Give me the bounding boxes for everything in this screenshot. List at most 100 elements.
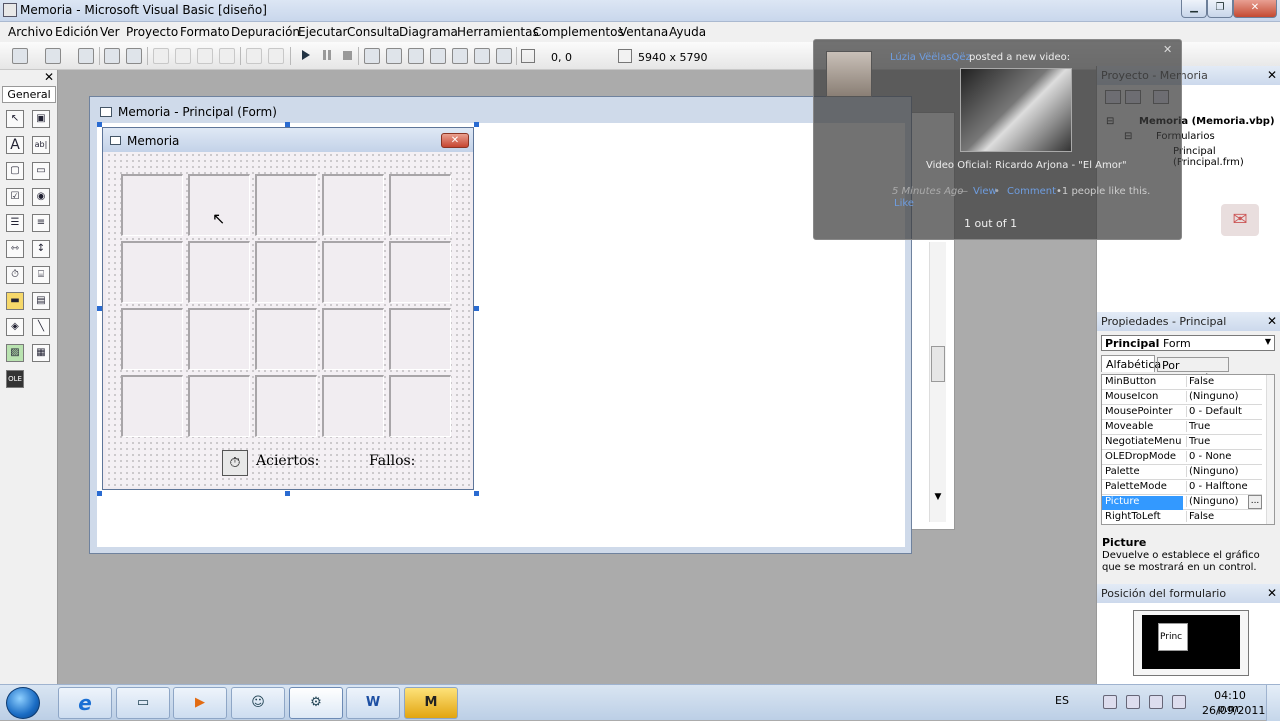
textbox-icon[interactable]: ab|	[32, 136, 50, 154]
vscrollbar-icon[interactable]: ↕	[32, 240, 50, 258]
property-value[interactable]: True	[1186, 436, 1262, 447]
tab-por-categorias[interactable]: Por categorías	[1157, 357, 1229, 385]
property-row[interactable]: PaletteMode 0 - Halftone	[1102, 480, 1262, 495]
property-row[interactable]: OLEDropMode 0 - None	[1102, 450, 1262, 465]
commandbutton-icon[interactable]: ▭	[32, 162, 50, 180]
notification-app-icon[interactable]: ✉	[1221, 204, 1259, 236]
data-view-icon[interactable]	[474, 48, 490, 64]
property-row[interactable]: Moveable True	[1102, 420, 1262, 435]
dirlist-icon[interactable]: ▬	[6, 292, 24, 310]
card-picturebox[interactable]	[322, 241, 384, 303]
properties-close-icon[interactable]: ✕	[1267, 314, 1277, 328]
card-picturebox[interactable]	[389, 308, 451, 370]
find-icon[interactable]	[219, 48, 235, 64]
menu-ventana[interactable]: Ventana	[619, 25, 668, 39]
card-picturebox[interactable]	[322, 375, 384, 437]
ole-icon[interactable]: OLE	[6, 370, 24, 388]
restore-button[interactable]: ❐	[1207, 0, 1233, 18]
tree-item-principal[interactable]: Principal (Principal.frm)	[1173, 146, 1280, 168]
card-picturebox[interactable]	[188, 241, 250, 303]
menu-formato[interactable]: Formato	[180, 25, 230, 39]
title-bar[interactable]: Memoria - Microsoft Visual Basic [diseño…	[0, 0, 1280, 22]
menu-editor-icon[interactable]	[78, 48, 94, 64]
menu-ver[interactable]: Ver	[100, 25, 120, 39]
card-picturebox[interactable]	[389, 174, 451, 236]
property-row[interactable]: Palette (Ninguno)	[1102, 465, 1262, 480]
undo-icon[interactable]	[246, 48, 262, 64]
menu-ayuda[interactable]: Ayuda	[669, 25, 706, 39]
form-layout-icon[interactable]	[408, 48, 424, 64]
card-picturebox[interactable]	[255, 375, 317, 437]
label-icon[interactable]: A	[6, 136, 24, 154]
card-picturebox[interactable]	[322, 308, 384, 370]
end-run-icon[interactable]	[343, 51, 352, 60]
form-title-bar[interactable]: Memoria ✕	[103, 128, 473, 152]
filelist-icon[interactable]: ▤	[32, 292, 50, 310]
form-close-icon[interactable]: ✕	[441, 133, 469, 148]
card-picturebox[interactable]	[121, 375, 183, 437]
timer-control-icon[interactable]: ⏱	[222, 450, 248, 476]
checkbox-icon[interactable]: ☑	[6, 188, 24, 206]
resize-handle[interactable]	[474, 491, 479, 496]
frame-icon[interactable]: ▢	[6, 162, 24, 180]
card-picturebox[interactable]	[255, 241, 317, 303]
card-picturebox[interactable]	[121, 241, 183, 303]
open-project-icon[interactable]	[104, 48, 120, 64]
card-picturebox[interactable]	[389, 241, 451, 303]
listbox-icon[interactable]: ≡	[32, 214, 50, 232]
menu-herramientas[interactable]: Herramientas	[457, 25, 539, 39]
card-picturebox[interactable]	[389, 375, 451, 437]
project-explorer-icon[interactable]	[364, 48, 380, 64]
form-position-preview[interactable]: Princ	[1158, 623, 1188, 651]
layout-close-icon[interactable]: ✕	[1267, 586, 1277, 600]
show-desktop-button[interactable]	[1266, 685, 1280, 721]
redo-icon[interactable]	[268, 48, 284, 64]
tab-alfabetica[interactable]: Alfabética	[1101, 355, 1161, 372]
chevron-down-icon[interactable]: ▼	[1265, 337, 1271, 346]
clock-date[interactable]: 26/09/2011	[1202, 704, 1265, 717]
property-value[interactable]: (Ninguno)	[1186, 466, 1262, 477]
messenger-icon[interactable]: ☺	[231, 687, 285, 719]
ie-icon[interactable]: e	[58, 687, 112, 719]
property-row[interactable]: MousePointer 0 - Default	[1102, 405, 1262, 420]
explorer-icon[interactable]: ▭	[116, 687, 170, 719]
poster-name[interactable]: Lúzia VëëlasQëz	[890, 52, 971, 63]
code-scrollbar[interactable]	[929, 242, 946, 522]
line-icon[interactable]: ╲	[32, 318, 50, 336]
project-close-icon[interactable]: ✕	[1267, 68, 1277, 82]
scroll-down-icon[interactable]: ▼	[931, 490, 945, 504]
resize-handle[interactable]	[97, 306, 102, 311]
resize-handle[interactable]	[285, 491, 290, 496]
visual-basic-task-icon[interactable]: ⚙	[289, 687, 343, 719]
comment-link[interactable]: Comment	[1007, 186, 1056, 197]
menu-ejecutar[interactable]: Ejecutar	[298, 25, 348, 39]
menu-diagrama[interactable]: Diagrama	[399, 25, 458, 39]
timer-icon[interactable]: ⏱	[6, 266, 24, 284]
start-run-icon[interactable]	[302, 50, 310, 60]
card-picturebox[interactable]	[121, 174, 183, 236]
action-center-icon[interactable]	[1103, 695, 1117, 709]
properties-window-icon[interactable]	[386, 48, 402, 64]
menu-consulta[interactable]: Consulta	[347, 25, 400, 39]
resize-handle[interactable]	[474, 306, 479, 311]
property-row[interactable]: NegotiateMenus True	[1102, 435, 1262, 450]
properties-scrollbar[interactable]	[1266, 375, 1274, 524]
toolbox-tab-general[interactable]: General	[2, 86, 56, 103]
picturebox-icon[interactable]: ▣	[32, 110, 50, 128]
card-picturebox[interactable]	[322, 174, 384, 236]
shape-icon[interactable]: ◈	[6, 318, 24, 336]
toolbox-icon[interactable]	[452, 48, 468, 64]
card-picturebox[interactable]	[255, 174, 317, 236]
card-picturebox[interactable]	[188, 308, 250, 370]
component-manager-icon[interactable]	[496, 48, 512, 64]
property-value[interactable]: (Ninguno)	[1186, 391, 1262, 402]
property-value[interactable]: 0 - Halftone	[1186, 481, 1262, 492]
paste-icon[interactable]	[197, 48, 213, 64]
object-browser-icon[interactable]	[430, 48, 446, 64]
code-scroll-thumb[interactable]	[931, 346, 945, 382]
resize-handle[interactable]	[474, 122, 479, 127]
device-icon[interactable]	[1126, 695, 1140, 709]
like-link[interactable]: Like	[894, 198, 914, 209]
add-form-icon[interactable]	[45, 48, 61, 64]
fallos-label[interactable]: Fallos:	[369, 453, 415, 469]
